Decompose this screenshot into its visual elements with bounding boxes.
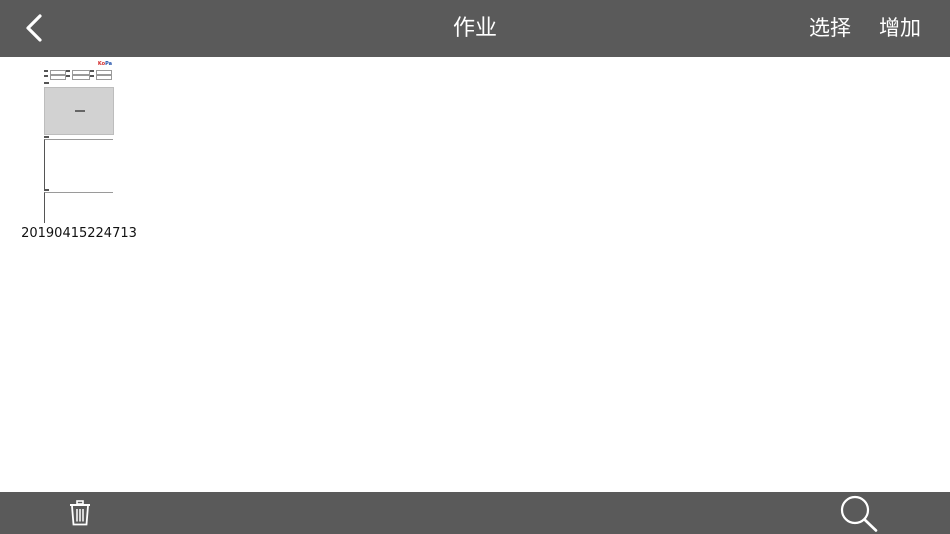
thumbnail-logo: KoPa	[97, 61, 112, 67]
add-button[interactable]: 增加	[879, 0, 921, 57]
thumbnail-form-row	[44, 70, 112, 75]
thumbnail-section-label	[44, 189, 49, 191]
app-window: 作业 选择 增加 KoPa 20190415224713	[0, 0, 950, 534]
search-icon	[840, 495, 878, 532]
thumbnail-text-box	[44, 192, 113, 223]
back-button[interactable]	[14, 8, 54, 48]
file-item[interactable]: KoPa 20190415224713	[20, 60, 138, 246]
search-button[interactable]	[836, 492, 882, 534]
select-button[interactable]: 选择	[809, 0, 851, 57]
file-thumbnail: KoPa	[43, 60, 114, 223]
delete-button[interactable]	[62, 492, 98, 534]
top-navbar: 作业 选择 增加	[0, 0, 950, 57]
bottom-toolbar	[0, 492, 950, 534]
thumbnail-section-label	[44, 82, 49, 84]
chevron-left-icon	[26, 14, 42, 42]
page-title: 作业	[452, 16, 497, 41]
file-name: 20190415224713	[21, 226, 137, 241]
thumbnail-text-box	[44, 139, 113, 190]
thumbnail-form-row	[44, 75, 112, 80]
thumbnail-section-label	[44, 136, 49, 138]
thumbnail-image-area	[44, 87, 114, 135]
trash-icon	[70, 500, 90, 526]
